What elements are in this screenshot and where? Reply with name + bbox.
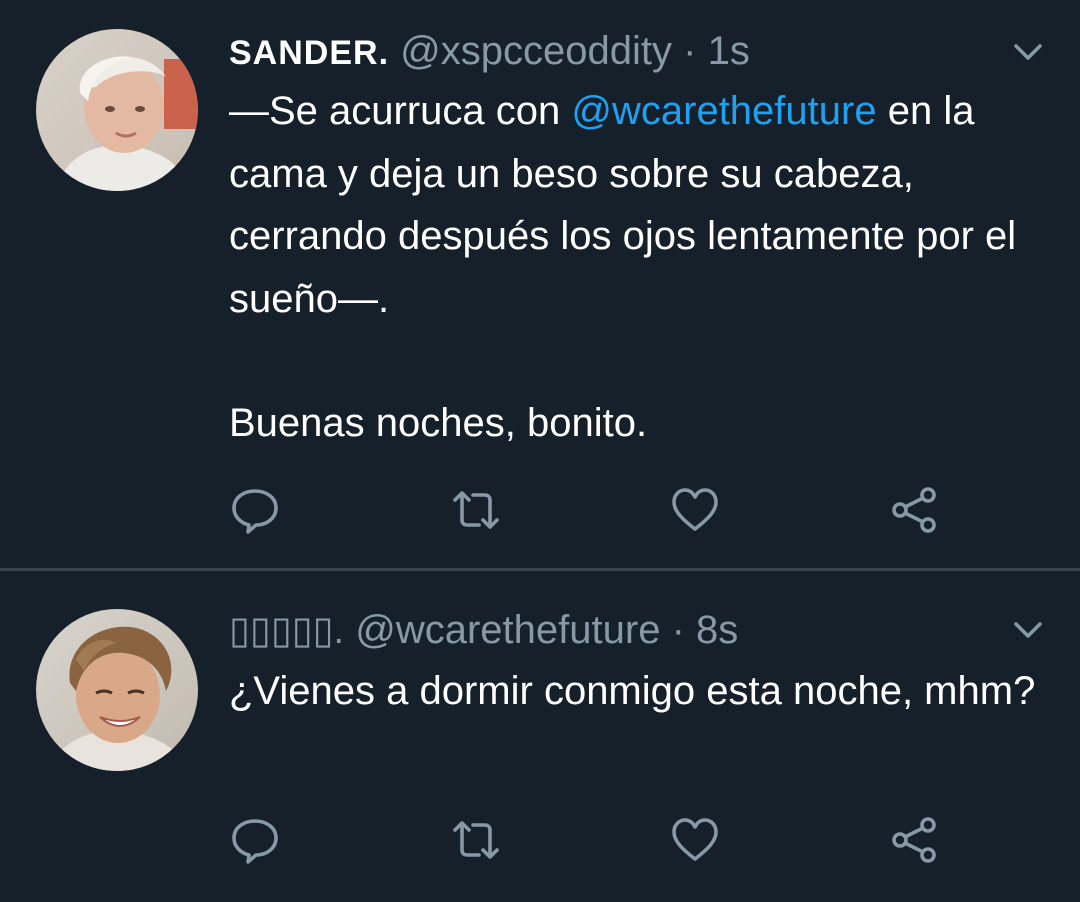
mention-link[interactable]: @wcarethefuture (571, 89, 876, 133)
tweet-text-paragraph: Buenas noches, bonito. (229, 401, 648, 445)
tweet-text-part: —Se acurruca con (229, 89, 572, 133)
share-icon[interactable] (889, 485, 939, 535)
timestamp[interactable]: 8s (696, 608, 738, 652)
tweet[interactable]: ▯▯▯▯▯. @wcarethefuture · 8s ¿Vienes a do… (0, 571, 1080, 902)
retweet-icon[interactable] (451, 485, 501, 535)
display-name[interactable]: SANDER. (229, 34, 389, 72)
separator-dot: · (683, 29, 697, 73)
like-icon[interactable] (670, 815, 720, 865)
timestamp[interactable]: 1s (708, 29, 750, 73)
user-handle[interactable]: @wcarethefuture (355, 608, 660, 652)
tweet-actions (0, 815, 1080, 865)
display-name[interactable]: ▯▯▯▯▯. (229, 610, 344, 652)
reply-icon[interactable] (230, 815, 280, 865)
share-icon[interactable] (889, 815, 939, 865)
like-icon[interactable] (670, 485, 720, 535)
avatar[interactable] (36, 29, 198, 191)
tweet-text: ¿Vienes a dormir conmigo esta noche, mhm… (229, 669, 1036, 713)
reply-icon[interactable] (230, 485, 280, 535)
separator-dot: · (671, 608, 685, 652)
tweet-header: ▯▯▯▯▯. @wcarethefuture · 8s (229, 606, 738, 655)
retweet-icon[interactable] (451, 815, 501, 865)
avatar-photo (36, 609, 198, 771)
tweet-actions (0, 485, 1080, 535)
tweet-header: SANDER. @xspcceoddity · 1s (229, 27, 750, 77)
chevron-down-icon[interactable] (1008, 38, 1048, 68)
chevron-down-icon[interactable] (1008, 616, 1048, 646)
avatar[interactable] (36, 609, 198, 771)
avatar-photo (36, 29, 198, 191)
tweet-text: —Se acurruca con @wcarethefuture en la c… (229, 80, 1059, 455)
user-handle[interactable]: @xspcceoddity (400, 29, 672, 73)
tweet[interactable]: SANDER. @xspcceoddity · 1s —Se acurruca … (0, 0, 1080, 569)
